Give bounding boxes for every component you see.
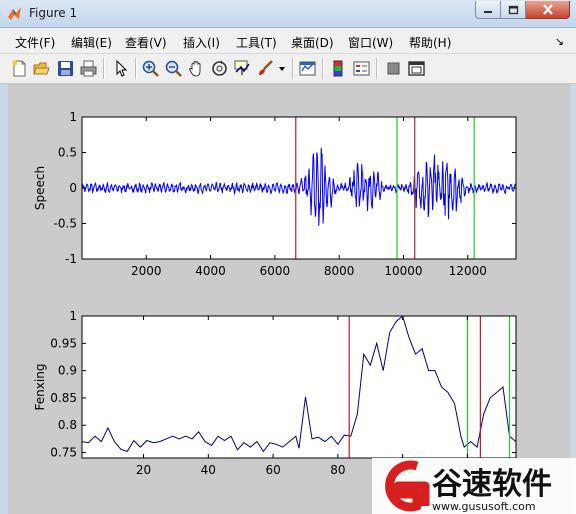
toolbar-separator: [322, 58, 324, 79]
y-tick-label: -1: [65, 252, 77, 266]
zoom-in-button[interactable]: [141, 59, 160, 78]
y-axis-label: Speech: [33, 166, 47, 210]
open-folder-icon: [33, 62, 50, 75]
y-tick-label: 0.8: [58, 418, 77, 432]
x-tick-label: 12000: [449, 264, 487, 278]
link-plot-button[interactable]: [298, 59, 317, 78]
window-titlebar: Figure 1: [0, 0, 576, 28]
menu-edit[interactable]: 编辑(E): [71, 34, 112, 51]
figure-toolbar: [0, 54, 576, 84]
close-icon: [542, 4, 553, 15]
pan-button[interactable]: [187, 59, 206, 78]
data-cursor-button[interactable]: [233, 59, 252, 78]
colorbar-icon: [333, 60, 343, 77]
watermark-url: www.gususoft.com: [432, 500, 536, 513]
zoom-in-icon: [142, 60, 159, 77]
y-tick-label: 0.9: [58, 364, 77, 378]
axes-background: [82, 316, 516, 458]
maximize-icon: [508, 5, 518, 14]
x-tick-label: 20: [136, 463, 151, 477]
hide-plot-tools-button[interactable]: [384, 59, 403, 78]
colorbar-button[interactable]: [329, 59, 348, 78]
x-tick-label: 4000: [195, 264, 226, 278]
x-tick-label: 6000: [260, 264, 291, 278]
toolbar-separator: [135, 58, 137, 79]
pan-hand-icon: [188, 60, 201, 77]
figure-plots: 2000 4000 6000 8000 10000 12000 1 0.5 0 -0.5 -1 Spe…: [33, 110, 517, 477]
new-figure-button[interactable]: [10, 59, 29, 78]
save-disk-icon: [58, 61, 73, 76]
show-plot-tools-icon: [408, 61, 425, 76]
x-tick-label: 2000: [131, 264, 162, 278]
gususoft-watermark: 谷速软件 www.gususoft.com: [372, 458, 576, 514]
link-plot-icon: [299, 61, 316, 76]
x-tick-label: 80: [330, 463, 345, 477]
toolbar-separator: [292, 58, 294, 79]
y-tick-label: 0.5: [58, 146, 77, 160]
y-tick-label: 1: [69, 110, 77, 124]
minimize-button[interactable]: [475, 1, 501, 19]
y-tick-label: -0.5: [54, 217, 77, 231]
legend-button[interactable]: [352, 59, 371, 78]
menu-bar: 文件(F) 编辑(E) 查看(V) 插入(I) 工具(T) 桌面(D) 窗口(W…: [0, 28, 576, 54]
y-tick-label: 0: [69, 181, 77, 195]
y-tick-label: 0.75: [50, 446, 77, 460]
menu-insert[interactable]: 插入(I): [183, 34, 220, 51]
show-plot-tools-button[interactable]: [407, 59, 426, 78]
brush-button[interactable]: [256, 59, 275, 78]
rotate-3d-icon: [212, 60, 227, 76]
axes-2: 2040608010012010.950.90.850.80.75Fenxing: [33, 309, 517, 477]
y-tick-label: 0.95: [50, 336, 77, 350]
rotate-3d-button[interactable]: [210, 59, 229, 78]
x-tick-label: 60: [265, 463, 280, 477]
open-file-button[interactable]: [32, 59, 51, 78]
y-tick-label: 0.85: [50, 391, 77, 405]
axes-1: 2000 4000 6000 8000 10000 12000 1 0.5 0 -0.5 -1 Spe…: [33, 110, 517, 278]
zoom-out-button[interactable]: [164, 59, 183, 78]
printer-icon: [80, 60, 97, 77]
x-tick-label: 40: [201, 463, 216, 477]
y-axis-label: Fenxing: [33, 364, 47, 411]
menu-help[interactable]: 帮助(H): [409, 34, 451, 51]
print-button[interactable]: [79, 59, 98, 78]
arrow-cursor-icon: [116, 59, 128, 77]
edit-plot-button[interactable]: [111, 59, 130, 78]
y-tick-label: 1: [69, 309, 77, 323]
hide-plot-tools-icon: [387, 62, 400, 75]
zoom-out-icon: [165, 60, 182, 77]
menu-view[interactable]: 查看(V): [125, 34, 167, 51]
minimize-icon: [484, 10, 492, 13]
menu-window[interactable]: 窗口(W): [348, 34, 393, 51]
chevron-down-icon: [279, 67, 285, 71]
window-title: Figure 1: [29, 6, 78, 20]
x-tick-label: 10000: [384, 264, 422, 278]
figure-canvas: 2000 4000 6000 8000 10000 12000 1 0.5 0 -0.5 -1 Spe…: [8, 84, 570, 514]
close-button[interactable]: [526, 1, 570, 19]
brush-icon: [259, 60, 273, 75]
menu-file[interactable]: 文件(F): [15, 34, 55, 51]
save-button[interactable]: [56, 59, 75, 78]
toolbar-separator: [376, 58, 378, 79]
new-file-icon: [12, 60, 26, 77]
brush-dropdown-button[interactable]: [277, 59, 287, 78]
menu-desktop[interactable]: 桌面(D): [291, 34, 334, 51]
dock-arrow-icon[interactable]: ↘: [555, 35, 564, 48]
matlab-app-icon: [8, 7, 21, 20]
watermark-brand: 谷速软件: [432, 467, 552, 502]
menu-tools[interactable]: 工具(T): [236, 34, 277, 51]
toolbar-separator: [103, 58, 105, 79]
x-tick-label: 8000: [324, 264, 355, 278]
legend-icon: [353, 61, 370, 76]
data-cursor-icon: [234, 60, 250, 75]
maximize-button[interactable]: [501, 1, 526, 19]
